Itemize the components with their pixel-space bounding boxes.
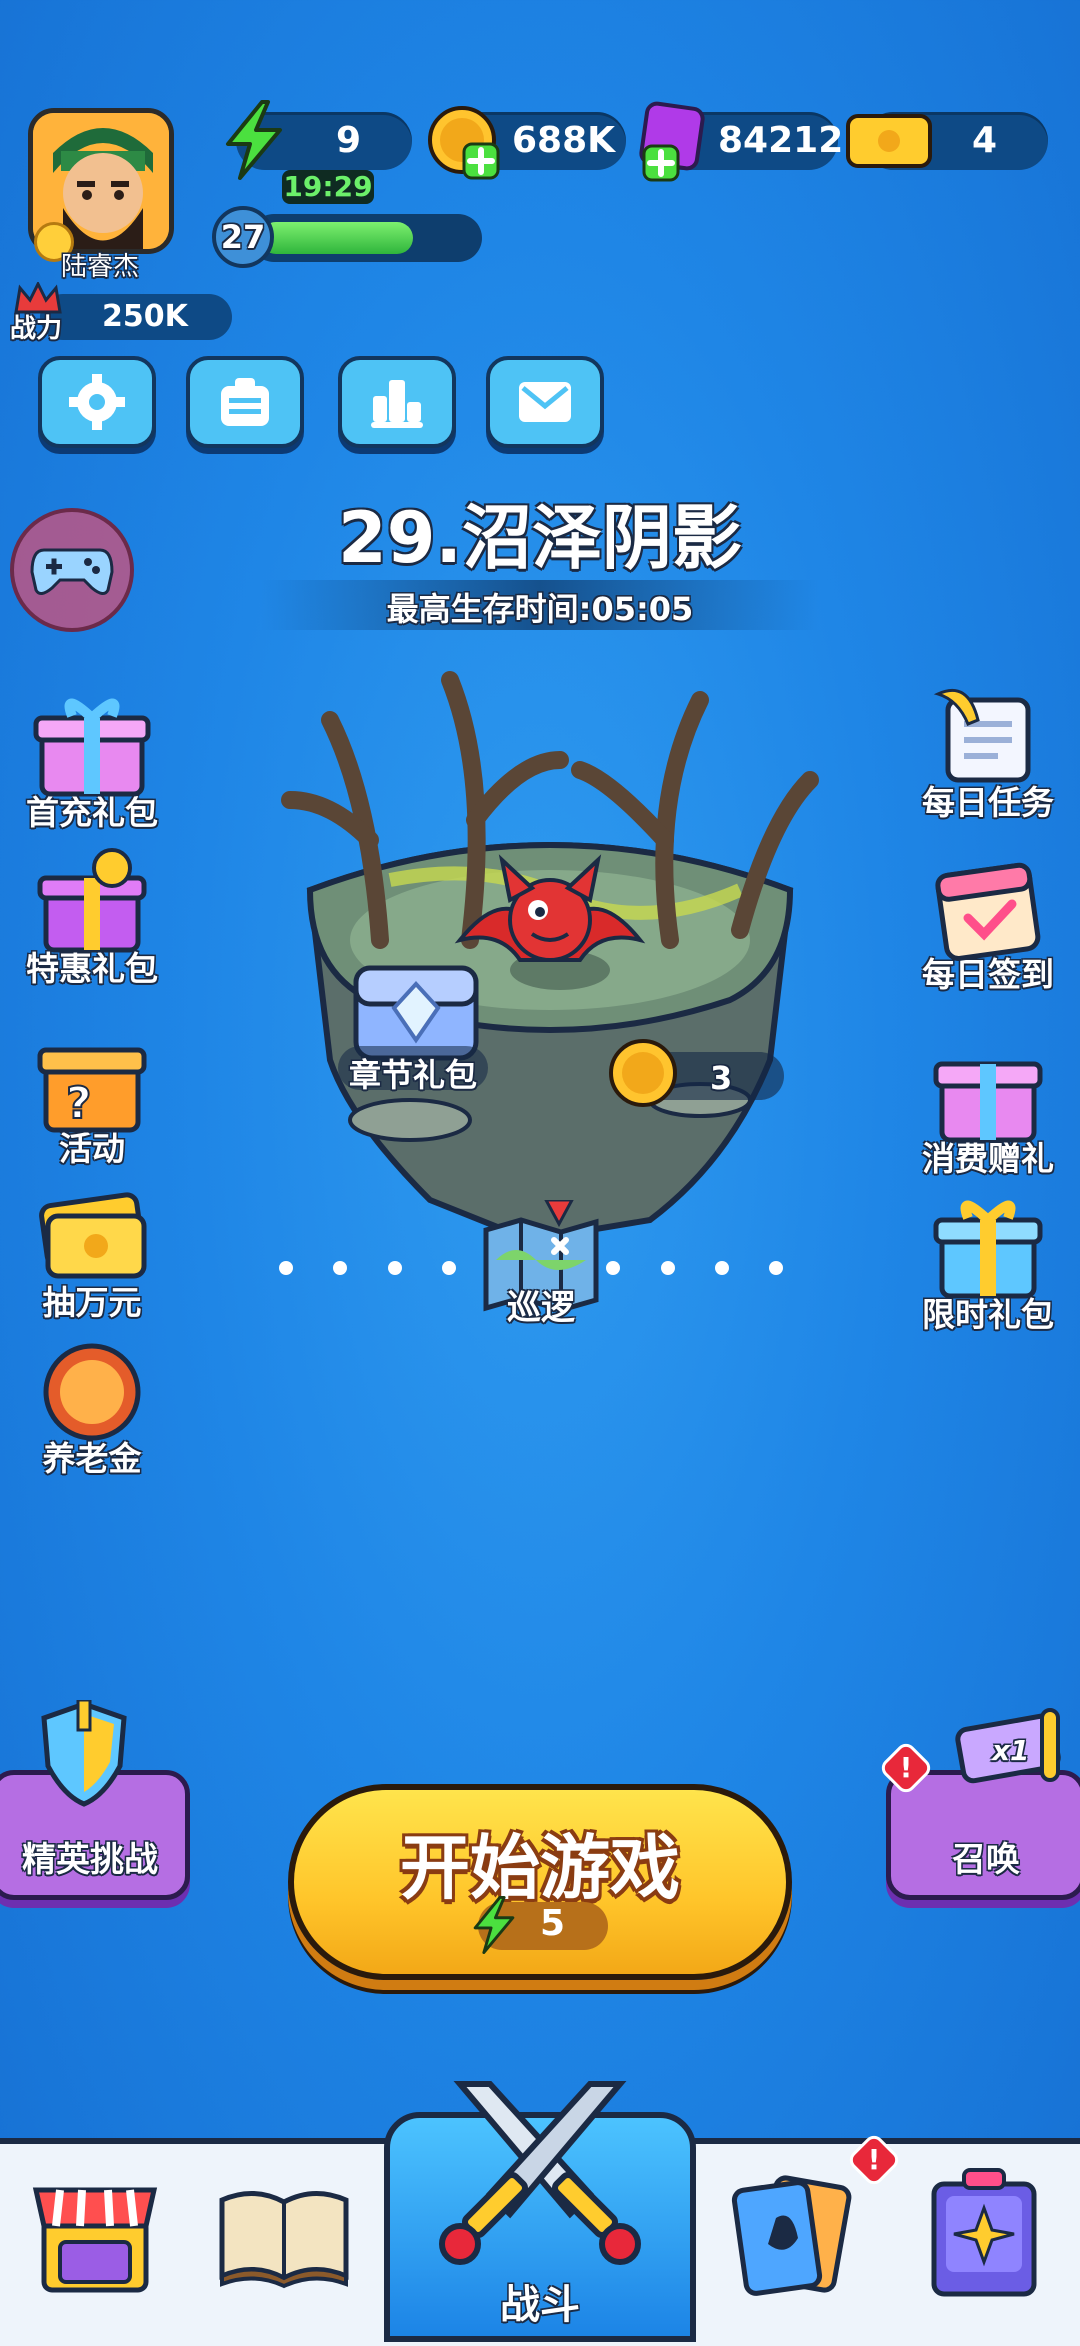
gold-count: 688K xyxy=(512,120,616,161)
gift-box-icon xyxy=(933,1061,1043,1143)
gem-add-icon[interactable] xyxy=(636,100,710,184)
gold-coin-add-icon[interactable] xyxy=(424,104,504,180)
svg-text:?: ? xyxy=(66,1078,92,1129)
energy-timer: 19:29 xyxy=(283,170,373,203)
progress-dot xyxy=(661,1261,675,1275)
spending-gift-button[interactable]: 消费赠礼 xyxy=(908,1036,1068,1180)
skill-book-icon[interactable] xyxy=(920,2164,1050,2304)
ticket-count: 4 xyxy=(972,120,998,161)
battle-swords-icon[interactable] xyxy=(420,2074,660,2274)
shield-sword-icon xyxy=(41,1700,127,1807)
settings-button[interactable] xyxy=(38,356,156,448)
progress-dot xyxy=(442,1261,456,1275)
stage-coin-count: 3 xyxy=(710,1059,733,1097)
energy-bolt-icon xyxy=(473,1896,515,1954)
summon-label: 召唤 xyxy=(952,1840,1020,1880)
progress-dot xyxy=(279,1261,293,1275)
daily-checkin-button[interactable]: 每日签到 xyxy=(908,852,1068,996)
energy-count: 9 xyxy=(336,120,362,161)
chapter-chest-label: 章节礼包 xyxy=(348,1056,477,1094)
lottery-ticket-icon xyxy=(39,1192,147,1279)
swamp-island-illustration xyxy=(281,671,819,1240)
lottery-button[interactable]: 抽万元 xyxy=(12,1180,172,1324)
gem-count: 84212 xyxy=(718,120,844,161)
best-survival-time: 最高生存时间:05:05 xyxy=(386,590,694,628)
scroll-quill-icon xyxy=(933,688,1031,783)
progress-dot xyxy=(388,1261,402,1275)
progress-dot xyxy=(715,1261,729,1275)
summon-count-badge: x1 xyxy=(992,1734,1030,1767)
summon-button[interactable]: 召唤 xyxy=(886,1770,1080,1900)
progress-dot xyxy=(333,1261,347,1275)
daily-tasks-button[interactable]: 每日任务 xyxy=(908,680,1068,824)
player-name: 陆睿杰 xyxy=(60,252,139,282)
elite-challenge-label: 精英挑战 xyxy=(22,1840,158,1880)
power-label: 战力 xyxy=(10,314,63,344)
events-button[interactable]: ? 活动 xyxy=(12,1026,172,1170)
book-icon[interactable] xyxy=(214,2180,354,2290)
progress-dot xyxy=(769,1261,783,1275)
power-value: 250K xyxy=(102,299,188,334)
level-progress-fill xyxy=(260,222,413,254)
pension-button[interactable]: 养老金 xyxy=(12,1336,172,1480)
cards-icon[interactable] xyxy=(726,2168,856,2298)
gift-box-icon xyxy=(933,1200,1043,1299)
notice-board-button[interactable] xyxy=(186,356,304,448)
summon-alert-mark: ! xyxy=(899,1751,913,1784)
mystery-box-icon: ? xyxy=(37,1047,147,1133)
shop-icon[interactable] xyxy=(30,2170,160,2300)
patrol-label[interactable]: 巡逻 xyxy=(476,1280,606,1329)
settings-icon xyxy=(69,374,125,430)
notice-board-icon xyxy=(221,378,269,426)
leaderboard-icon xyxy=(371,380,423,428)
gift-box-icon xyxy=(33,698,151,797)
gift-box-icon xyxy=(37,848,147,953)
first-recharge-pack[interactable]: 首充礼包 xyxy=(12,690,172,834)
lottery-ticket-icon xyxy=(846,114,932,168)
pension-coin-icon xyxy=(43,1343,141,1441)
stage-title: 29.沼泽阴影 xyxy=(337,497,742,579)
calendar-check-icon xyxy=(935,862,1041,961)
energy-bolt-icon xyxy=(226,100,282,180)
start-game-cost-value: 5 xyxy=(540,1903,566,1944)
cards-alert-mark: ! xyxy=(867,2143,881,2176)
limited-pack-button[interactable]: 限时礼包 xyxy=(908,1192,1068,1336)
nav-battle-label: 战斗 xyxy=(500,2282,580,2328)
mail-icon xyxy=(519,382,571,422)
special-offer-pack[interactable]: 特惠礼包 xyxy=(12,846,172,990)
player-level: 27 xyxy=(220,218,266,256)
leaderboard-button[interactable] xyxy=(338,356,456,448)
gold-coin-icon xyxy=(609,1039,677,1107)
progress-dot xyxy=(606,1261,620,1275)
mail-button[interactable] xyxy=(486,356,604,448)
